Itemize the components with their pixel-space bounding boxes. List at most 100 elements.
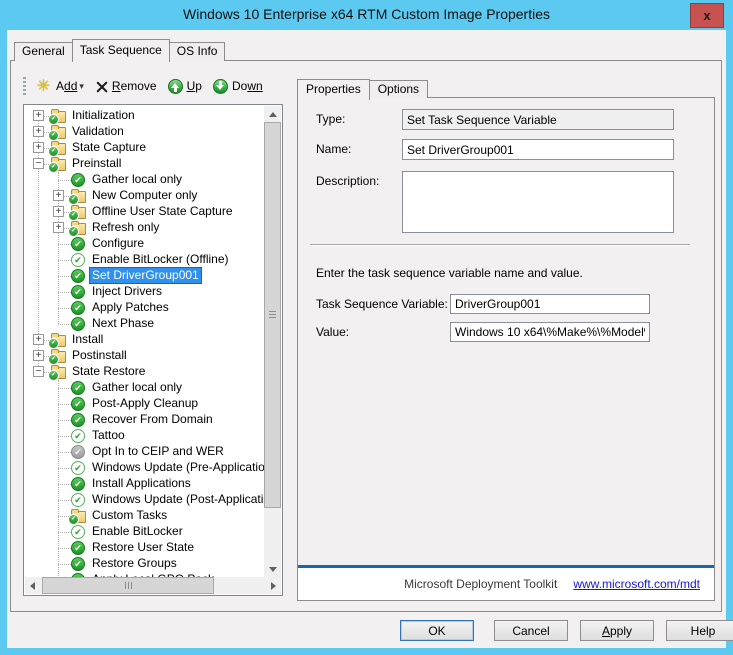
tree-item[interactable]: Restore User State (25, 540, 264, 556)
expand-icon[interactable]: + (33, 142, 44, 153)
horizontal-scroll-thumb[interactable] (42, 577, 214, 594)
tree-viewport: +Initialization+Validation+State Capture… (25, 106, 264, 577)
tree-item-label: Next Phase (90, 316, 156, 331)
description-field[interactable] (402, 171, 674, 233)
tree-item-label: Configure (90, 236, 146, 251)
horizontal-scrollbar[interactable] (25, 577, 281, 594)
collapse-icon[interactable]: − (33, 158, 44, 169)
tree-item[interactable]: Next Phase (25, 316, 264, 332)
name-field[interactable] (402, 139, 674, 160)
tree-item[interactable]: Tattoo (25, 428, 264, 444)
mdt-footer: Microsoft Deployment Toolkit www.microso… (298, 565, 714, 600)
step-status-icon (71, 413, 85, 427)
main-tabs: General Task Sequence OS Info (14, 38, 224, 61)
expand-icon[interactable]: + (53, 190, 64, 201)
tree-item[interactable]: Enable BitLocker (Offline) (25, 252, 264, 268)
help-button[interactable]: Help (666, 620, 733, 641)
step-status-icon (71, 237, 85, 251)
tree-item[interactable]: Set DriverGroup001 (25, 268, 264, 284)
tree-item[interactable]: Gather local only (25, 380, 264, 396)
task-sequence-variable-field[interactable] (450, 294, 650, 314)
ok-button[interactable]: OK (400, 620, 474, 641)
tree-item[interactable]: −State Restore (25, 364, 264, 380)
step-status-icon (71, 461, 85, 475)
mdt-link[interactable]: www.microsoft.com/mdt (573, 577, 700, 591)
chevron-down-icon: ▾ (79, 81, 84, 92)
tree-toolbar: ✳ Add ▾ Remove Up Down (23, 74, 265, 98)
tree-item[interactable]: + Postinstall (25, 348, 264, 364)
tab-os-info[interactable]: OS Info (169, 42, 226, 61)
expand-icon[interactable]: + (33, 350, 44, 361)
cancel-button[interactable]: Cancel (494, 620, 568, 641)
tree-item[interactable]: −Preinstall (25, 156, 264, 172)
tree-item[interactable]: +Refresh only (25, 220, 264, 236)
value-field[interactable] (450, 322, 650, 342)
tree-item-label: Gather local only (90, 380, 184, 395)
scroll-up-arrow[interactable] (264, 106, 281, 122)
step-status-icon (71, 493, 85, 507)
expand-icon[interactable]: + (33, 110, 44, 121)
tree-item[interactable]: Inject Drivers (25, 284, 264, 300)
step-status-icon (71, 573, 85, 577)
tree-item-label: New Computer only (90, 188, 199, 203)
tree-item-label: Initialization (70, 108, 137, 123)
expand-icon[interactable]: + (33, 126, 44, 137)
tree-item[interactable]: Install Applications (25, 476, 264, 492)
tree-item-label: Post-Apply Cleanup (90, 396, 200, 411)
add-label: Add (56, 79, 77, 93)
tree-items: +Initialization+Validation+State Capture… (25, 106, 264, 577)
close-button[interactable]: x (690, 3, 724, 28)
tree-item[interactable]: +Install (25, 332, 264, 348)
scroll-left-arrow[interactable] (25, 577, 41, 594)
tree-item-label: State Capture (70, 140, 148, 155)
tree-item[interactable]: + Initialization (25, 108, 264, 124)
tree-item[interactable]: Configure (25, 236, 264, 252)
remove-button[interactable]: Remove (93, 78, 159, 94)
remove-x-icon (95, 80, 108, 93)
tree-item[interactable]: + State Capture (25, 140, 264, 156)
step-status-icon (71, 445, 85, 459)
up-button[interactable]: Up (166, 78, 204, 95)
tree-item[interactable]: Enable BitLocker (25, 524, 264, 540)
collapse-icon[interactable]: − (33, 366, 44, 377)
scroll-right-arrow[interactable] (265, 577, 281, 594)
apply-button[interactable]: Apply (580, 620, 654, 641)
properties-panel: Type: Name: Description: Enter the task … (297, 97, 715, 601)
tab-properties[interactable]: Properties (297, 79, 370, 100)
expand-icon[interactable]: + (33, 334, 44, 345)
scroll-down-arrow[interactable] (264, 561, 281, 577)
tree-item-label: Postinstall (70, 348, 129, 363)
tree-item-label: Install Applications (90, 476, 193, 491)
tree-item-label: Offline User State Capture (90, 204, 235, 219)
tree-item-label: Apply Patches (90, 300, 171, 315)
expand-icon[interactable]: + (53, 222, 64, 233)
tree-item[interactable]: Recover From Domain (25, 412, 264, 428)
tree-item[interactable]: Opt In to CEIP and WER (25, 444, 264, 460)
instruction-text: Enter the task sequence variable name an… (316, 266, 583, 280)
vertical-scroll-thumb[interactable] (264, 122, 281, 508)
step-status-icon (71, 541, 85, 555)
tree-item[interactable]: +Validation (25, 124, 264, 140)
expand-icon[interactable]: + (53, 206, 64, 217)
tab-general[interactable]: General (14, 42, 73, 61)
tree-item[interactable]: Custom Tasks (25, 508, 264, 524)
tree-item[interactable]: Apply Patches (25, 300, 264, 316)
tree-item[interactable]: Windows Update (Pre-Application Inst (25, 460, 264, 476)
arrow-up-icon (168, 79, 183, 94)
add-button[interactable]: ✳ Add ▾ (33, 77, 86, 96)
tree-item[interactable]: + New Computer only (25, 188, 264, 204)
tree-item[interactable]: Gather local only (25, 172, 264, 188)
tree-item[interactable]: Restore Groups (25, 556, 264, 572)
tab-task-sequence[interactable]: Task Sequence (72, 39, 170, 62)
tree-item[interactable]: Post-Apply Cleanup (25, 396, 264, 412)
tab-options[interactable]: Options (369, 80, 428, 98)
tree-item-label: Recover From Domain (90, 412, 215, 427)
group-folder-icon (71, 511, 86, 523)
tree-item[interactable]: + Offline User State Capture (25, 204, 264, 220)
title-bar: Windows 10 Enterprise x64 RTM Custom Ima… (0, 0, 733, 30)
tree-item[interactable]: Windows Update (Post-Application Ins (25, 492, 264, 508)
down-button[interactable]: Down (211, 78, 265, 95)
step-status-icon (71, 429, 85, 443)
type-field (402, 109, 674, 130)
vertical-scrollbar[interactable] (264, 106, 281, 577)
